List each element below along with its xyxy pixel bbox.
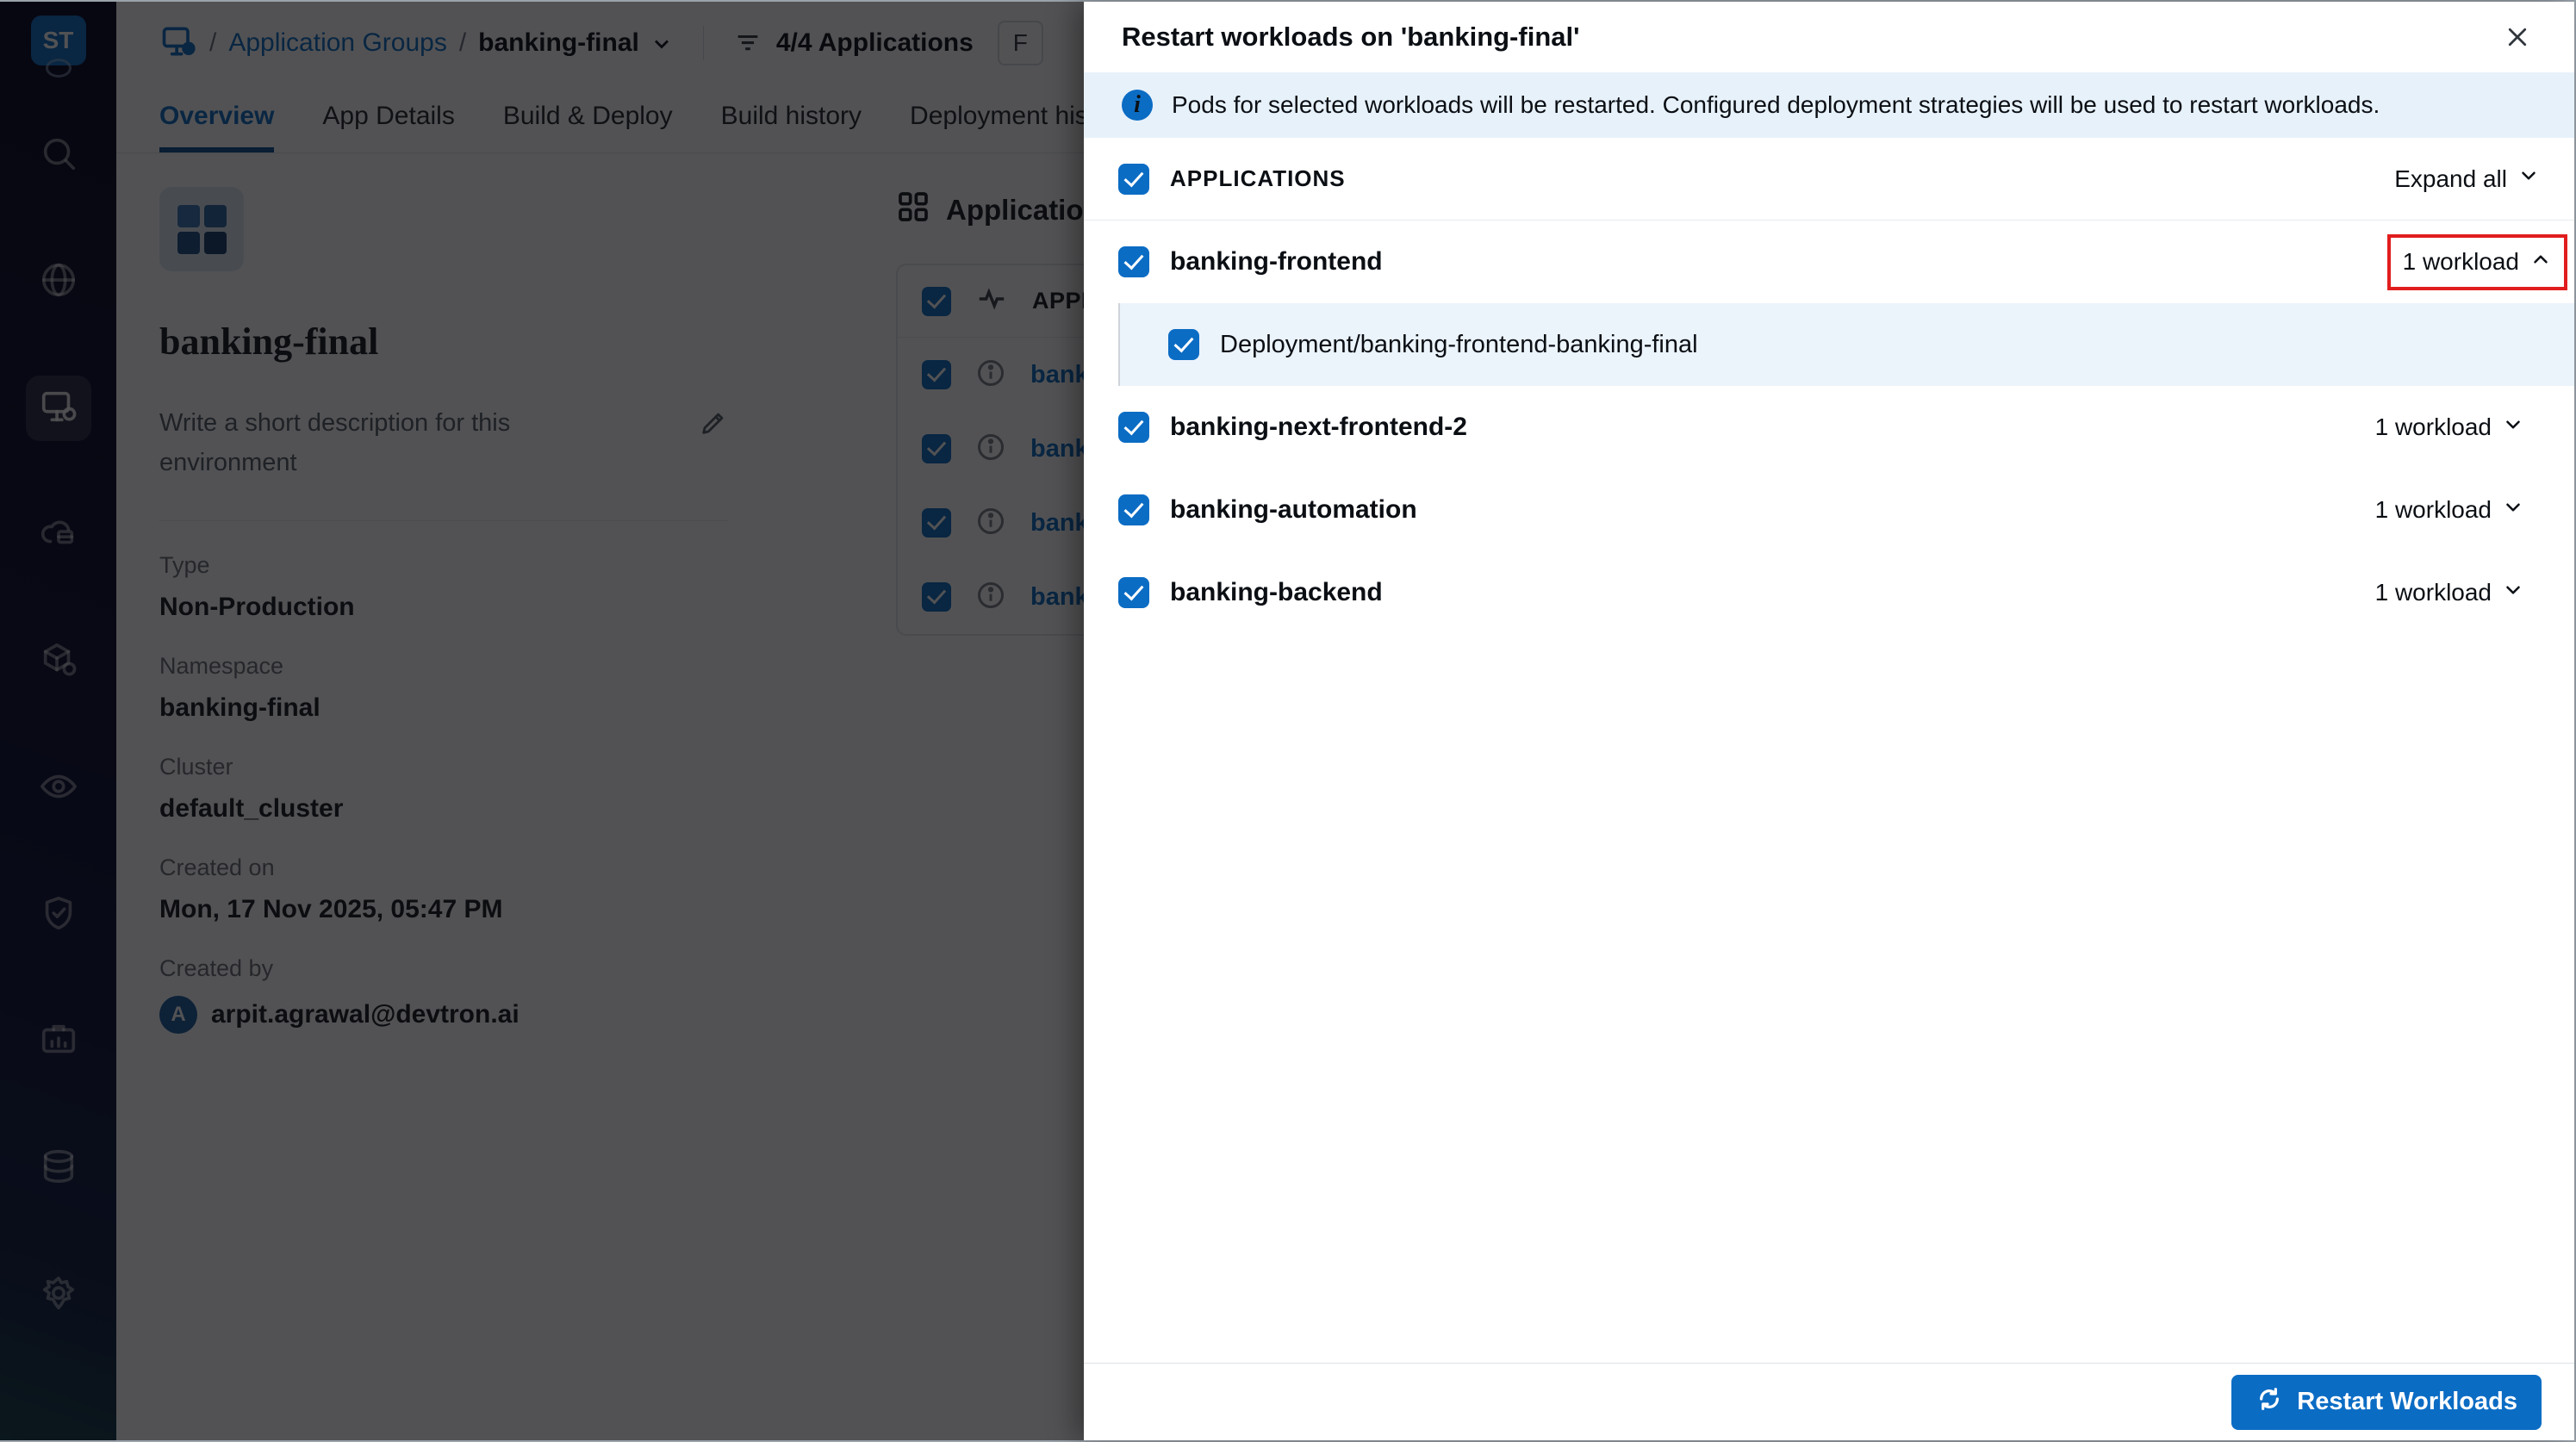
drawer-footer: Restart Workloads — [1084, 1363, 2574, 1440]
app-checkbox[interactable] — [1118, 494, 1149, 525]
app-checkbox[interactable] — [1118, 577, 1149, 608]
restart-icon — [2256, 1385, 2283, 1420]
workload-count-toggle[interactable]: 1 workload — [2360, 482, 2540, 538]
workload-count-toggle[interactable]: 1 workload — [2360, 400, 2540, 456]
info-banner-text: Pods for selected workloads will be rest… — [1172, 91, 2380, 118]
workload-name: Deployment/banking-frontend-banking-fina… — [1220, 330, 1698, 358]
workload-checkbox[interactable] — [1168, 329, 1199, 360]
app-name: banking-backend — [1170, 578, 1383, 606]
info-banner: i Pods for selected workloads will be re… — [1084, 72, 2574, 138]
workload-count-label: 1 workload — [2402, 248, 2519, 275]
workload-app-row[interactable]: banking-backend 1 workload — [1084, 551, 2574, 634]
modal-dim-overlay[interactable] — [0, 2, 1084, 1440]
chevron-down-icon — [2502, 579, 2524, 607]
restart-workloads-button[interactable]: Restart Workloads — [2231, 1374, 2542, 1430]
drawer-body-spacer — [1084, 634, 2574, 1363]
info-icon: i — [1122, 90, 1153, 121]
select-all-row: APPLICATIONS Expand all — [1084, 138, 2574, 221]
app-checkbox[interactable] — [1118, 246, 1149, 277]
workload-app-row[interactable]: banking-next-frontend-2 1 workload — [1084, 386, 2574, 469]
workload-app-row[interactable]: banking-frontend 1 workload — [1084, 221, 2574, 303]
workload-count-toggle[interactable]: 1 workload — [2386, 233, 2567, 290]
app-name: banking-automation — [1170, 495, 1417, 524]
restart-workloads-drawer: Restart workloads on 'banking-final' i P… — [1084, 2, 2574, 1440]
chevron-down-icon — [2502, 496, 2524, 525]
drawer-title: Restart workloads on 'banking-final' — [1122, 22, 1580, 52]
chevron-down-icon — [2502, 413, 2524, 442]
workload-count-label: 1 workload — [2374, 579, 2492, 606]
workload-count-toggle[interactable]: 1 workload — [2360, 565, 2540, 621]
workload-child-row[interactable]: Deployment/banking-frontend-banking-fina… — [1118, 303, 2574, 386]
app-checkbox[interactable] — [1118, 412, 1149, 443]
workload-count-label: 1 workload — [2374, 413, 2492, 440]
expand-all-button[interactable]: Expand all — [2394, 165, 2540, 193]
chevron-down-icon — [2517, 165, 2540, 193]
workload-app-row[interactable]: banking-automation 1 workload — [1084, 469, 2574, 551]
restart-button-label: Restart Workloads — [2297, 1388, 2517, 1415]
workload-count-label: 1 workload — [2374, 496, 2492, 523]
close-icon[interactable] — [2498, 18, 2536, 56]
chevron-up-icon — [2529, 248, 2552, 277]
app-name: banking-frontend — [1170, 247, 1383, 276]
expand-all-label: Expand all — [2394, 165, 2507, 192]
app-name: banking-next-frontend-2 — [1170, 413, 1467, 441]
select-all-label: APPLICATIONS — [1170, 165, 1346, 191]
select-all-checkbox[interactable] — [1118, 163, 1149, 195]
drawer-header: Restart workloads on 'banking-final' — [1084, 2, 2574, 72]
